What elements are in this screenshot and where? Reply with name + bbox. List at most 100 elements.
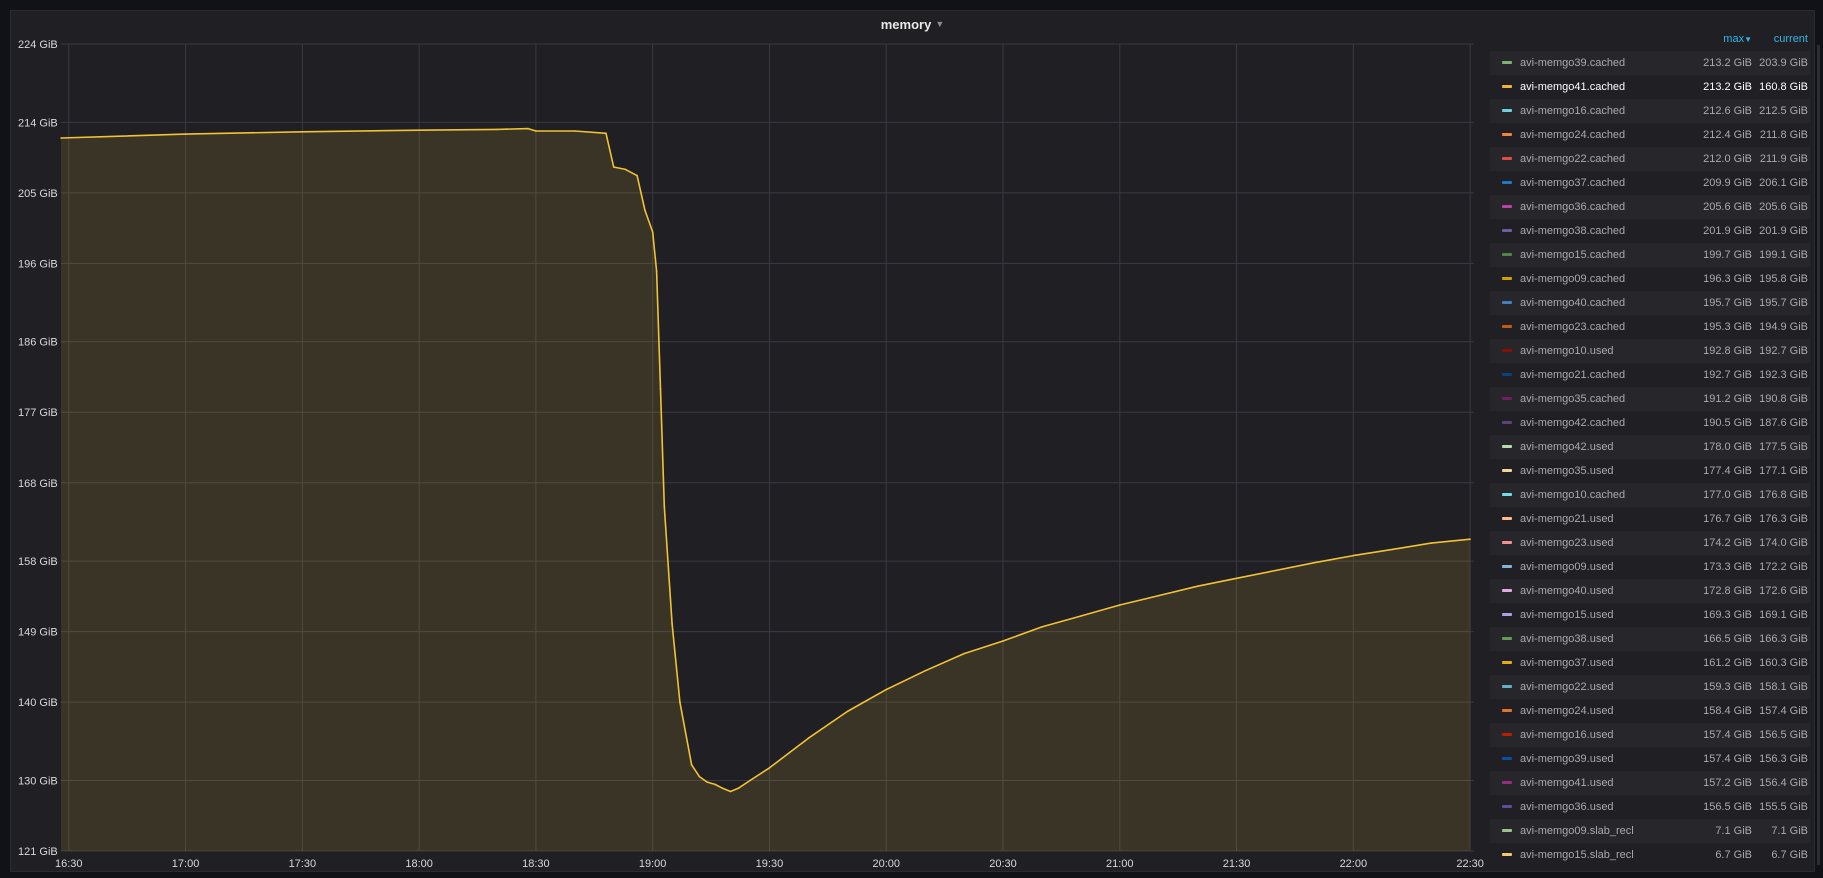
- legend-row[interactable]: avi-memgo42.cached 190.5 GiB 187.6 GiB: [1490, 411, 1810, 435]
- legend-row[interactable]: avi-memgo35.used 177.4 GiB 177.1 GiB: [1490, 459, 1810, 483]
- series-color-swatch-icon[interactable]: [1502, 589, 1512, 592]
- legend-max-value: 157.4 GiB: [1703, 753, 1752, 765]
- series-point: [624, 168, 627, 171]
- series-color-swatch-icon[interactable]: [1502, 853, 1512, 856]
- legend-max-value: 157.2 GiB: [1703, 777, 1752, 789]
- series-point: [885, 688, 887, 691]
- series-color-swatch-icon[interactable]: [1502, 733, 1512, 736]
- legend-current-value: 192.7 GiB: [1759, 345, 1808, 357]
- series-color-swatch-icon[interactable]: [1502, 325, 1512, 328]
- legend-row[interactable]: avi-memgo24.used 158.4 GiB 157.4 GiB: [1490, 699, 1810, 723]
- legend-row[interactable]: avi-memgo37.cached 209.9 GiB 206.1 GiB: [1490, 171, 1810, 195]
- legend-row[interactable]: avi-memgo39.used 157.4 GiB 156.3 GiB: [1490, 747, 1810, 771]
- series-color-swatch-icon[interactable]: [1502, 109, 1512, 112]
- y-tick-label: 168 GiB: [18, 478, 58, 490]
- legend-series-name: avi-memgo22.used: [1520, 681, 1614, 693]
- series-color-swatch-icon[interactable]: [1502, 253, 1512, 256]
- series-point: [924, 670, 926, 672]
- legend-row[interactable]: avi-memgo09.used 173.3 GiB 172.2 GiB: [1490, 555, 1810, 579]
- legend-row[interactable]: avi-memgo38.cached 201.9 GiB 201.9 GiB: [1490, 219, 1810, 243]
- legend-row[interactable]: avi-memgo42.used 178.0 GiB 177.5 GiB: [1490, 435, 1810, 459]
- series-color-swatch-icon[interactable]: [1502, 397, 1512, 400]
- legend-scrollbar[interactable]: [1817, 45, 1820, 865]
- series-color-swatch-icon[interactable]: [1502, 517, 1512, 520]
- series-point: [698, 775, 701, 778]
- series-color-swatch-icon[interactable]: [1502, 181, 1512, 184]
- series-color-swatch-icon[interactable]: [1502, 829, 1512, 832]
- legend-row[interactable]: avi-memgo22.used 159.3 GiB 158.1 GiB: [1490, 675, 1810, 699]
- series-color-swatch-icon[interactable]: [1502, 301, 1512, 304]
- series-point: [679, 701, 681, 703]
- legend-max-value: 7.1 GiB: [1715, 825, 1752, 837]
- legend-row[interactable]: avi-memgo16.cached 212.6 GiB 212.5 GiB: [1490, 99, 1810, 123]
- series-color-swatch-icon[interactable]: [1502, 637, 1512, 640]
- series-color-swatch-icon[interactable]: [1502, 493, 1512, 496]
- legend-max-value: 176.7 GiB: [1703, 513, 1752, 525]
- series-color-swatch-icon[interactable]: [1502, 133, 1512, 136]
- series-color-swatch-icon[interactable]: [1502, 229, 1512, 232]
- y-tick-label: 140 GiB: [18, 697, 58, 709]
- legend-current-value: 211.8 GiB: [1759, 129, 1808, 141]
- legend-row[interactable]: avi-memgo35.cached 191.2 GiB 190.8 GiB: [1490, 387, 1810, 411]
- legend-row[interactable]: avi-memgo09.slab_recl 7.1 GiB 7.1 GiB: [1490, 819, 1810, 843]
- series-color-swatch-icon[interactable]: [1502, 685, 1512, 688]
- legend-row[interactable]: avi-memgo36.used 156.5 GiB 155.5 GiB: [1490, 795, 1810, 819]
- legend-row[interactable]: avi-memgo40.cached 195.7 GiB 195.7 GiB: [1490, 291, 1810, 315]
- series-color-swatch-icon[interactable]: [1502, 565, 1512, 568]
- legend-row[interactable]: avi-memgo21.cached 192.7 GiB 192.3 GiB: [1490, 363, 1810, 387]
- legend-row[interactable]: avi-memgo10.cached 177.0 GiB 176.8 GiB: [1490, 483, 1810, 507]
- legend-row[interactable]: avi-memgo22.cached 212.0 GiB 211.9 GiB: [1490, 147, 1810, 171]
- legend-sort-current[interactable]: current: [1752, 33, 1808, 45]
- series-color-swatch-icon[interactable]: [1502, 205, 1512, 208]
- series-color-swatch-icon[interactable]: [1502, 757, 1512, 760]
- legend-max-label: max: [1723, 33, 1745, 45]
- legend-row[interactable]: avi-memgo39.cached 213.2 GiB 203.9 GiB: [1490, 51, 1810, 75]
- legend-row[interactable]: avi-memgo15.cached 199.7 GiB 199.1 GiB: [1490, 243, 1810, 267]
- series-color-swatch-icon[interactable]: [1502, 421, 1512, 424]
- series-color-swatch-icon[interactable]: [1502, 661, 1512, 664]
- series-point: [1157, 594, 1160, 597]
- legend-row[interactable]: avi-memgo09.cached 196.3 GiB 195.8 GiB: [1490, 267, 1810, 291]
- series-color-swatch-icon[interactable]: [1502, 157, 1512, 160]
- legend-row[interactable]: avi-memgo15.used 169.3 GiB 169.1 GiB: [1490, 603, 1810, 627]
- series-color-swatch-icon[interactable]: [1502, 85, 1512, 88]
- legend-row[interactable]: avi-memgo23.cached 195.3 GiB 194.9 GiB: [1490, 315, 1810, 339]
- series-point: [655, 270, 658, 273]
- series-area-fill: [61, 128, 1471, 852]
- series-color-swatch-icon[interactable]: [1502, 709, 1512, 712]
- legend-row[interactable]: avi-memgo24.cached 212.4 GiB 211.8 GiB: [1490, 123, 1810, 147]
- legend-row[interactable]: avi-memgo10.used 192.8 GiB 192.7 GiB: [1490, 339, 1810, 363]
- legend-row[interactable]: avi-memgo40.used 172.8 GiB 172.6 GiB: [1490, 579, 1810, 603]
- series-color-swatch-icon[interactable]: [1502, 349, 1512, 352]
- series-color-swatch-icon[interactable]: [1502, 469, 1512, 472]
- series-point: [737, 787, 740, 790]
- series-color-swatch-icon[interactable]: [1502, 61, 1512, 64]
- legend-sort-max[interactable]: max▼: [1694, 33, 1752, 45]
- legend-series-name: avi-memgo16.cached: [1520, 105, 1626, 117]
- legend-series-name: avi-memgo09.used: [1520, 561, 1614, 573]
- graph-plot-area[interactable]: 224 GiB 214 GiB 205 GiB 196 GiB 186 GiB 177 G…: [0, 0, 1490, 878]
- legend-row[interactable]: avi-memgo16.used 157.4 GiB 156.5 GiB: [1490, 723, 1810, 747]
- series-color-swatch-icon[interactable]: [1502, 781, 1512, 784]
- series-color-swatch-icon[interactable]: [1502, 613, 1512, 616]
- series-color-swatch-icon[interactable]: [1502, 445, 1512, 448]
- series-color-swatch-icon[interactable]: [1502, 805, 1512, 808]
- legend-series-name: avi-memgo36.used: [1520, 801, 1614, 813]
- legend-series-name: avi-memgo35.used: [1520, 465, 1614, 477]
- series-color-swatch-icon[interactable]: [1502, 373, 1512, 376]
- legend-row[interactable]: avi-memgo36.cached 205.6 GiB 205.6 GiB: [1490, 195, 1810, 219]
- series-color-swatch-icon[interactable]: [1502, 277, 1512, 280]
- legend-row[interactable]: avi-memgo21.used 176.7 GiB 176.3 GiB: [1490, 507, 1810, 531]
- legend-row[interactable]: avi-memgo37.used 161.2 GiB 160.3 GiB: [1490, 651, 1810, 675]
- legend-row[interactable]: avi-memgo23.used 174.2 GiB 174.0 GiB: [1490, 531, 1810, 555]
- legend-row[interactable]: avi-memgo38.used 166.5 GiB 166.3 GiB: [1490, 627, 1810, 651]
- y-tick-label: 196 GiB: [18, 258, 58, 270]
- legend-current-value: 7.1 GiB: [1771, 825, 1808, 837]
- series-point: [671, 623, 673, 625]
- legend-row[interactable]: avi-memgo41.cached 213.2 GiB 160.8 GiB: [1490, 75, 1810, 99]
- legend-row[interactable]: avi-memgo41.used 157.2 GiB 156.4 GiB: [1490, 771, 1810, 795]
- legend-max-value: 156.5 GiB: [1703, 801, 1752, 813]
- legend-current-value: 176.3 GiB: [1759, 513, 1808, 525]
- legend-row[interactable]: avi-memgo15.slab_recl 6.7 GiB 6.7 GiB: [1490, 843, 1810, 867]
- series-color-swatch-icon[interactable]: [1502, 541, 1512, 544]
